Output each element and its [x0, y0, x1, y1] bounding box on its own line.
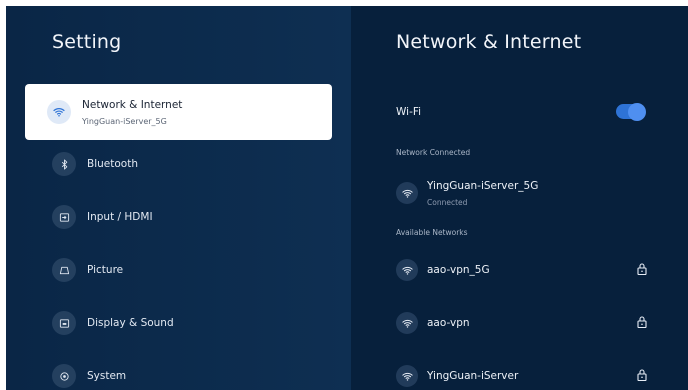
menu-item-bluetooth[interactable]: Bluetooth — [38, 144, 332, 184]
wifi-toggle[interactable] — [616, 102, 646, 121]
menu-item-system[interactable]: System — [38, 356, 332, 390]
picture-icon — [52, 258, 76, 282]
menu-item-label: Bluetooth — [87, 158, 138, 170]
menu-item-picture[interactable]: Picture — [38, 250, 332, 290]
menu-item-network-internet[interactable]: Network & Internet YingGuan-iServer_5G — [25, 84, 332, 140]
lock-icon — [636, 314, 648, 333]
network-row-yingguan-iserver[interactable]: YingGuan-iServer — [396, 364, 648, 388]
bluetooth-icon — [52, 152, 76, 176]
toggle-knob — [628, 102, 646, 121]
wifi-icon — [396, 182, 418, 204]
input-icon — [52, 205, 76, 229]
wifi-icon — [47, 100, 71, 124]
wifi-icon — [396, 312, 418, 334]
network-detail-panel: Network & Internet Wi-Fi Network Connect… — [351, 6, 688, 390]
menu-item-label: Display & Sound — [87, 317, 174, 329]
lock-icon — [636, 261, 648, 280]
wifi-label: Wi-Fi — [396, 106, 422, 118]
display-icon — [52, 311, 76, 335]
wifi-row[interactable]: Wi-Fi — [396, 103, 648, 121]
wifi-icon — [396, 259, 418, 281]
menu-item-label: Input / HDMI — [87, 211, 153, 223]
network-name: aao-vpn_5G — [427, 264, 490, 276]
menu-item-label: Picture — [87, 264, 124, 276]
connected-network-row[interactable]: YingGuan-iServer_5G Connected — [396, 176, 648, 210]
menu-item-label: System — [87, 370, 127, 382]
menu-item-sublabel: YingGuan-iServer_5G — [82, 116, 167, 126]
network-connected-header: Network Connected — [396, 148, 471, 157]
network-name: YingGuan-iServer — [427, 370, 519, 382]
menu-item-label: Network & Internet — [82, 98, 183, 111]
system-icon — [52, 364, 76, 388]
lock-icon — [636, 367, 648, 386]
network-panel-title: Network & Internet — [396, 31, 582, 53]
available-networks-header: Available Networks — [396, 228, 468, 237]
connected-status: Connected — [427, 197, 468, 207]
menu-item-display-sound[interactable]: Display & Sound — [38, 303, 332, 343]
network-row-aao-vpn-5g[interactable]: aao-vpn_5G — [396, 258, 648, 282]
connected-network-name: YingGuan-iServer_5G — [427, 179, 539, 192]
tv-settings-screen: Setting Network & Internet YingGuan-iSer… — [6, 6, 688, 390]
wifi-icon — [396, 365, 418, 387]
settings-title: Setting — [52, 31, 122, 53]
menu-item-input-hdmi[interactable]: Input / HDMI — [38, 197, 332, 237]
network-row-aao-vpn[interactable]: aao-vpn — [396, 311, 648, 335]
network-name: aao-vpn — [427, 317, 470, 329]
settings-menu-panel: Setting Network & Internet YingGuan-iSer… — [6, 6, 351, 390]
